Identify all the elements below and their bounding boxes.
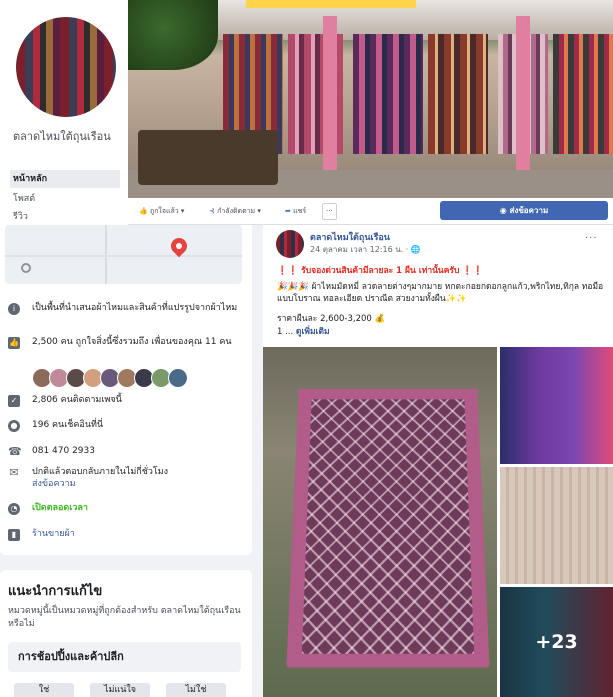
send-message-label: ส่งข้อความ [509, 206, 549, 215]
hours-text[interactable]: เปิดตลอดเวลา [32, 502, 242, 514]
page-name[interactable]: ตลาดไหมใต้ถุนเรือน [13, 129, 123, 145]
profile-column: ตลาดไหมใต้ถุนเรือน หน้าหลัก โพสต์ รีวิว [0, 0, 128, 225]
cover-tree [128, 0, 218, 70]
suggest-title: แนะนำการแก้ไข [8, 584, 103, 599]
share-button[interactable]: ➦ แชร์ [282, 203, 309, 220]
post-card: ตลาดไหมใต้ถุนเรือน 24 ตุลาคม เวลา 12:16 … [263, 225, 613, 697]
hanging-cloth [553, 34, 613, 154]
post-options-icon[interactable]: ··· [585, 233, 598, 244]
post-photo-4[interactable]: +23 [500, 587, 613, 697]
likes-text[interactable]: 2,500 คน ถูกใจสิ่งนี้ซึ่งรวมถึง เพื่อนขอ… [32, 336, 242, 348]
page-action-bar: 👍 ถูกใจแล้ว ▾ ⊰ กำลังติดตาม ▾ ➦ แชร์ ···… [128, 198, 613, 225]
answer-not-sure-button[interactable]: ไม่แน่ใจ [90, 683, 150, 697]
avatar[interactable] [168, 368, 188, 388]
suggested-category: การช้อปปิ้งและค้าปลีก [8, 642, 241, 672]
checkins-text: 196 คนเช็คอินที่นี่ [32, 420, 104, 430]
post-photo-3[interactable] [500, 467, 613, 584]
response-text: ปกติแล้วตอบกลับภายในไม่กี่ชั่วโมง ส่งข้อ… [32, 466, 242, 490]
post-author-name[interactable]: ตลาดไหมใต้ถุนเรือน [310, 230, 390, 244]
post-photo-main[interactable] [263, 347, 497, 697]
tag-icon: ▮ [8, 529, 20, 541]
silk-cloth [286, 388, 490, 668]
thumbs-up-icon: 👍 [8, 337, 20, 349]
follow-check-icon: ✓ [8, 395, 20, 407]
nav-item-posts[interactable]: โพสต์ [10, 190, 120, 208]
checkin-pin-icon: ● [8, 420, 20, 432]
post-photo-2[interactable] [500, 347, 613, 464]
clock-icon: ◔ [8, 503, 20, 515]
share-label: แชร์ [293, 207, 307, 215]
nav-item-home[interactable]: หน้าหลัก [10, 170, 120, 188]
map-pin-icon [167, 234, 191, 258]
post-timestamp[interactable]: 24 ตุลาคม เวลา 12:16 น. · 🌐 [310, 243, 421, 256]
messenger-icon: ◉ [499, 206, 507, 215]
cover-banner-strip [246, 0, 416, 8]
like-label: ถูกใจแล้ว [149, 207, 179, 215]
send-message-link[interactable]: ส่งข้อความ [32, 479, 76, 489]
follow-label: กำลังติดตาม [217, 207, 256, 215]
post-photo-grid: +23 [263, 347, 613, 697]
about-description: เป็นพื้นที่นำเสนอผ้าไหมและสินค้าที่แปรรู… [32, 303, 238, 313]
answer-no-button[interactable]: ไม่ใช่ [166, 683, 226, 697]
post-description: 🎉🎉🎉 ผ้าไหมมัดหมี่ ลวดลายต่างๆมากมาย หกตะ… [277, 282, 604, 304]
message-icon: ✉ [9, 466, 19, 479]
see-more-prefix: 1 ... [277, 327, 296, 337]
nav-item-reviews[interactable]: รีวิว [10, 208, 120, 226]
like-button[interactable]: 👍 ถูกใจแล้ว ▾ [136, 203, 187, 220]
suggest-edits-card: แนะนำการแก้ไข หมวดหมู่นี้เป็นหมวดหมู่ที่… [0, 570, 252, 697]
response-time: ปกติแล้วตอบกลับภายในไม่กี่ชั่วโมง [32, 467, 169, 477]
send-message-button[interactable]: ◉ ส่งข้อความ [440, 201, 608, 220]
post-see-more-row: 1 ... ดูเพิ่มเติม [277, 326, 607, 338]
follows-text: 2,806 คนติดตามเพจนี้ [32, 395, 122, 405]
friend-avatars [32, 368, 202, 388]
hanging-cloth [353, 34, 423, 154]
suggest-question: หมวดหมู่นี้เป็นหมวดหมู่ที่ถูกต้องสำหรับ … [8, 606, 241, 629]
phone-number[interactable]: 081 470 2933 [32, 445, 242, 457]
thumbs-up-icon: 👍 [139, 207, 148, 215]
location-map[interactable] [5, 225, 242, 284]
post-headline: ❗❗ รับจองด่วนสินค้ามีลายละ 1 ผืน เท่านั้… [277, 266, 484, 276]
map-road [5, 255, 242, 257]
answer-yes-button[interactable]: ใช่ [14, 683, 74, 697]
hanging-cloth [428, 34, 488, 154]
category-link[interactable]: ร้านขายผ้า [32, 528, 242, 540]
follow-button[interactable]: ⊰ กำลังติดตาม ▾ [206, 203, 264, 220]
profile-picture[interactable] [13, 14, 119, 120]
post-author-avatar[interactable] [276, 230, 304, 258]
post-price: ราคาผืนละ 2,600-3,200 💰 [277, 314, 386, 324]
more-button[interactable]: ··· [322, 203, 337, 220]
silk-pattern [301, 399, 475, 654]
cover-photo[interactable] [128, 0, 613, 198]
rss-icon: ⊰ [209, 207, 215, 215]
see-more-link[interactable]: ดูเพิ่มเติม [296, 327, 330, 337]
share-icon: ➦ [285, 207, 291, 215]
more-photos-count[interactable]: +23 [500, 587, 613, 697]
phone-icon: ☎ [8, 445, 22, 458]
map-location-icon [21, 263, 31, 273]
info-icon: i [8, 303, 20, 315]
cover-people-table [138, 130, 278, 185]
